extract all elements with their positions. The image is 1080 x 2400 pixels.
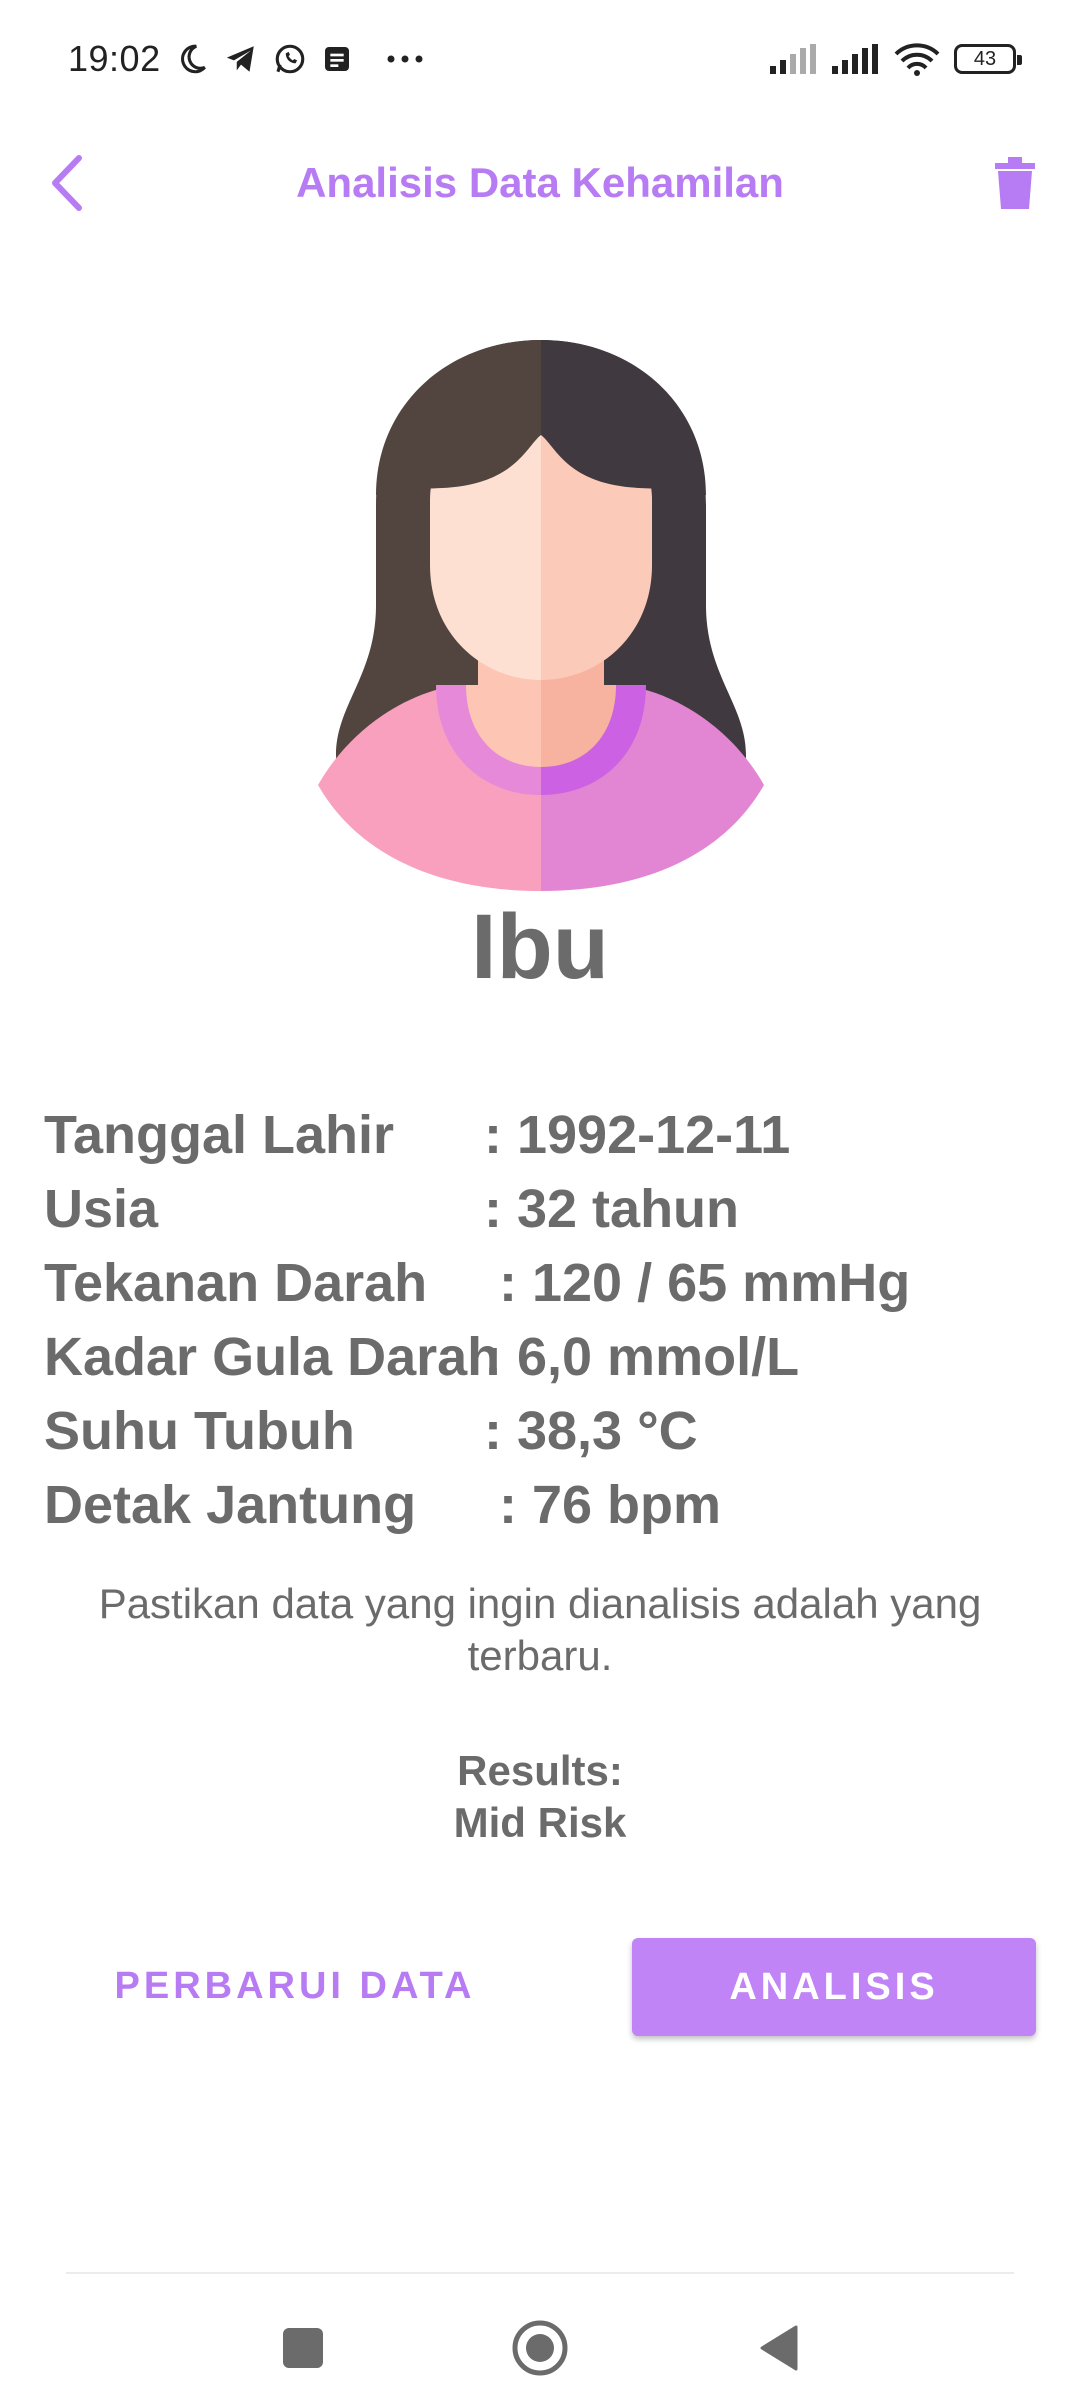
wifi-icon (894, 42, 940, 76)
detail-row-heart-rate: Detak Jantung : 76 bpm (44, 1468, 1044, 1542)
triangle-back-icon (760, 2325, 798, 2371)
chevron-left-icon (52, 155, 82, 211)
detail-label: Suhu Tubuh (44, 1401, 355, 1461)
detail-label: Tanggal Lahir (44, 1105, 395, 1165)
detail-row-age: Usia : 32 tahun (44, 1172, 1044, 1246)
detail-value: : 120 / 65 mmHg (484, 1253, 911, 1313)
detail-value: : 1992-12-11 (484, 1105, 791, 1165)
telegram-icon (223, 42, 259, 76)
details-list: Tanggal Lahir : 1992-12-11 Usia : 32 tah… (44, 1098, 1044, 1542)
notes-icon (321, 43, 353, 75)
battery-icon: 43 (954, 44, 1022, 74)
analyze-button[interactable]: ANALISIS (632, 1938, 1036, 2036)
results-value: Mid Risk (453, 1799, 627, 1846)
circle-home-icon (512, 2320, 568, 2376)
back-button[interactable] (32, 148, 102, 218)
trash-icon (995, 157, 1035, 209)
detail-label: Usia (44, 1179, 159, 1239)
detail-value: : 6,0 mmol/L (484, 1327, 800, 1387)
status-time: 19:02 (68, 38, 161, 79)
battery-level: 43 (973, 47, 997, 70)
signal-icon (832, 44, 880, 74)
detail-value: : 38,3 °C (484, 1401, 698, 1461)
status-bar: 19:02 43 (0, 0, 1080, 118)
recent-apps-button[interactable] (263, 2308, 343, 2388)
more-dots-icon (385, 53, 425, 65)
delete-button[interactable] (980, 148, 1050, 218)
detail-label: Kadar Gula Darah (44, 1327, 501, 1387)
nav-divider (66, 2272, 1014, 2274)
page-title: Analisis Data Kehamilan (296, 159, 784, 206)
home-button[interactable] (500, 2308, 580, 2388)
status-left: 19:02 (68, 38, 425, 80)
results-label: Results: (457, 1747, 623, 1794)
square-icon (283, 2328, 323, 2368)
whatsapp-icon (273, 42, 307, 76)
detail-row-blood-pressure: Tekanan Darah : 120 / 65 mmHg (44, 1246, 1044, 1320)
status-right: 43 (770, 42, 1022, 76)
detail-row-body-temperature: Suhu Tubuh : 38,3 °C (44, 1394, 1044, 1468)
update-data-button[interactable]: PERBARUI DATA (60, 1938, 530, 2034)
hint-text: Pastikan data yang ingin dianalisis adal… (98, 1580, 982, 1679)
signal-icon (770, 44, 818, 74)
results-block: Results: Mid Risk (0, 1745, 1080, 1849)
profile-name: Ibu (471, 896, 609, 998)
system-nav-bar (0, 2290, 1080, 2400)
system-back-button[interactable] (738, 2308, 818, 2388)
detail-value: : 32 tahun (484, 1179, 740, 1239)
detail-label: Detak Jantung (44, 1475, 417, 1535)
detail-value: : 76 bpm (484, 1475, 722, 1535)
detail-label: Tekanan Darah (44, 1253, 428, 1313)
moon-icon (175, 42, 209, 76)
detail-row-blood-sugar: Kadar Gula Darah : 6,0 mmol/L (44, 1320, 1044, 1394)
app-bar: Analisis Data Kehamilan (0, 118, 1080, 248)
avatar (318, 335, 764, 891)
detail-row-birthdate: Tanggal Lahir : 1992-12-11 (44, 1098, 1044, 1172)
